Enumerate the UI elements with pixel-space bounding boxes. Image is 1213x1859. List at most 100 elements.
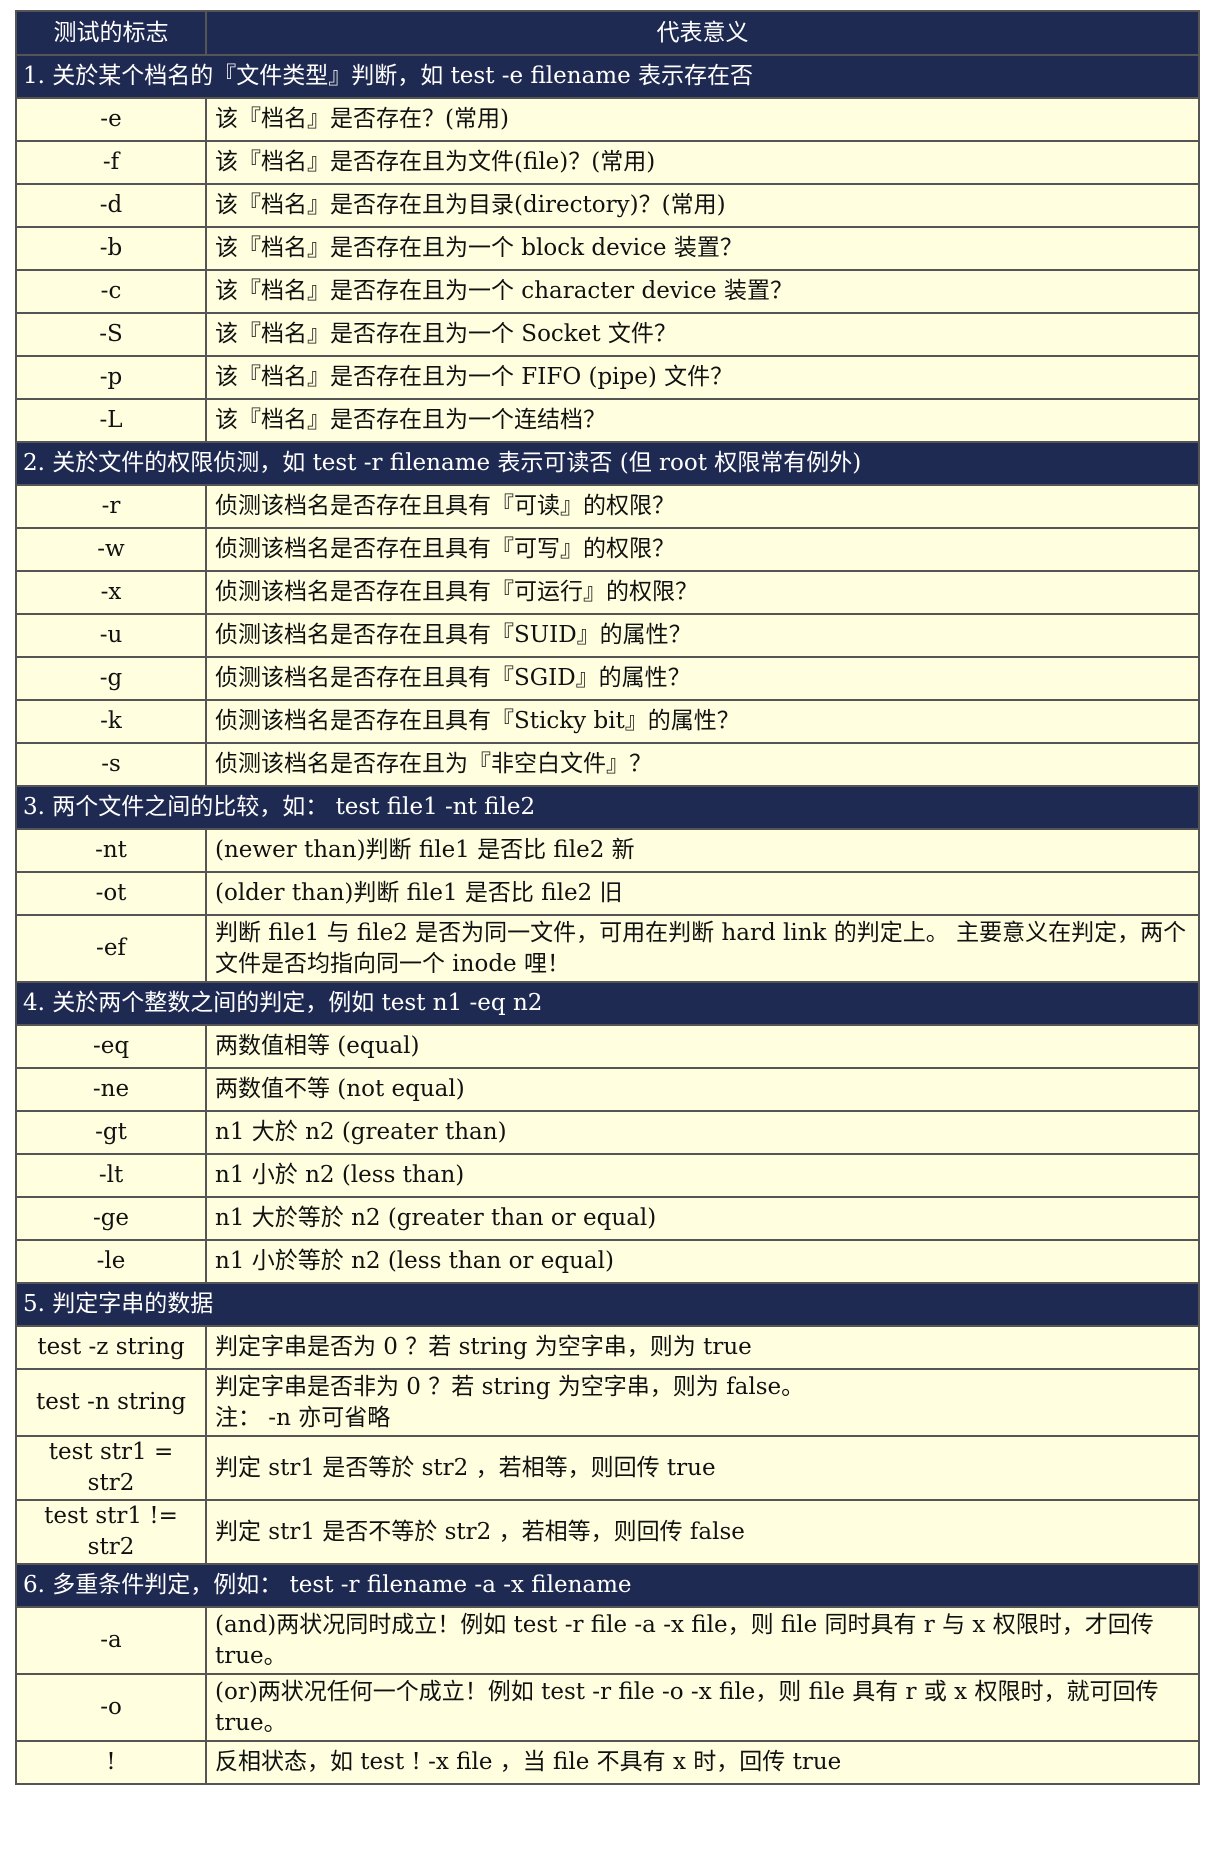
flag-cell: -w: [15, 527, 207, 572]
table-row: -ef 判断 file1 与 file2 是否为同一文件，可用在判断 hard l…: [15, 914, 1200, 983]
table-body: 1. 关於某个档名的『文件类型』判断，如 test -e filename 表示…: [15, 54, 1200, 1785]
meaning-cell: 判定字串是否非为 0 ？若 string 为空字串，则为 false。 注： -…: [205, 1368, 1200, 1437]
meaning-cell: 判定 str1 是否不等於 str2 ，若相等，则回传 false: [205, 1499, 1200, 1565]
meaning-cell: 侦测该档名是否存在且具有『SGID』的属性？: [205, 656, 1200, 701]
flag-cell: -nt: [15, 828, 207, 873]
flag-cell: !: [15, 1740, 207, 1785]
table-row: test str1 != str2 判定 str1 是否不等於 str2 ，若相等…: [15, 1499, 1200, 1565]
table-row: -ne 两数值不等 (not equal): [15, 1067, 1200, 1112]
meaning-cell: 侦测该档名是否存在且为『非空白文件』？: [205, 742, 1200, 787]
table-row: -o (or)两状况任何一个成立！例如 test -r file -o -x fi…: [15, 1673, 1200, 1742]
table-row: -b 该『档名』是否存在且为一个 block device 装置？: [15, 226, 1200, 271]
table-row: -gt n1 大於 n2 (greater than): [15, 1110, 1200, 1155]
section-header-row: 3. 两个文件之间的比较，如： test file1 -nt file2: [15, 785, 1200, 830]
meaning-cell: (or)两状况任何一个成立！例如 test -r file -o -x file…: [205, 1673, 1200, 1742]
table-row: -g 侦测该档名是否存在且具有『SGID』的属性？: [15, 656, 1200, 701]
meaning-cell: 该『档名』是否存在且为一个 FIFO (pipe) 文件？: [205, 355, 1200, 400]
table-row: -u 侦测该档名是否存在且具有『SUID』的属性？: [15, 613, 1200, 658]
table-row: -lt n1 小於 n2 (less than): [15, 1153, 1200, 1198]
meaning-cell: 反相状态，如 test ! -x file ，当 file 不具有 x 时，回传…: [205, 1740, 1200, 1785]
section-header-row: 6. 多重条件判定，例如： test -r filename -a -x fil…: [15, 1563, 1200, 1608]
flag-cell: -ef: [15, 914, 207, 983]
flag-cell: -e: [15, 97, 207, 142]
flag-cell: -k: [15, 699, 207, 744]
table-row: -c 该『档名』是否存在且为一个 character device 装置？: [15, 269, 1200, 314]
flag-cell: -ge: [15, 1196, 207, 1241]
table-row: -p 该『档名』是否存在且为一个 FIFO (pipe) 文件？: [15, 355, 1200, 400]
flag-cell: -S: [15, 312, 207, 357]
section-header-row: 1. 关於某个档名的『文件类型』判断，如 test -e filename 表示…: [15, 54, 1200, 99]
table-row: -x 侦测该档名是否存在且具有『可运行』的权限？: [15, 570, 1200, 615]
table-row: -d 该『档名』是否存在且为目录(directory)？(常用): [15, 183, 1200, 228]
table-row: test -z string 判定字串是否为 0 ？若 string 为空字串，则…: [15, 1325, 1200, 1370]
flag-cell: test str1 = str2: [15, 1435, 207, 1501]
meaning-cell: 两数值不等 (not equal): [205, 1067, 1200, 1112]
meaning-cell: n1 大於 n2 (greater than): [205, 1110, 1200, 1155]
table-row: test -n string 判定字串是否非为 0 ？若 string 为空字串，…: [15, 1368, 1200, 1437]
flag-cell: -ot: [15, 871, 207, 916]
flag-cell: -lt: [15, 1153, 207, 1198]
section-title: 2. 关於文件的权限侦测，如 test -r filename 表示可读否 (但…: [15, 441, 1200, 486]
table-row: ! 反相状态，如 test ! -x file ，当 file 不具有 x 时，回…: [15, 1740, 1200, 1785]
section-header-row: 4. 关於两个整数之间的判定，例如 test n1 -eq n2: [15, 981, 1200, 1026]
meaning-cell: 侦测该档名是否存在且具有『可读』的权限？: [205, 484, 1200, 529]
flag-cell: test -n string: [15, 1368, 207, 1437]
table-row: -s 侦测该档名是否存在且为『非空白文件』？: [15, 742, 1200, 787]
flag-cell: -u: [15, 613, 207, 658]
meaning-cell: (older than)判断 file1 是否比 file2 旧: [205, 871, 1200, 916]
meaning-cell: 侦测该档名是否存在且具有『SUID』的属性？: [205, 613, 1200, 658]
meaning-cell: 两数值相等 (equal): [205, 1024, 1200, 1069]
flag-cell: -a: [15, 1606, 207, 1675]
meaning-cell: 该『档名』是否存在且为一个 character device 装置？: [205, 269, 1200, 314]
meaning-cell: 该『档名』是否存在且为文件(file)？(常用): [205, 140, 1200, 185]
flag-cell: -s: [15, 742, 207, 787]
test-flags-table: 测试的标志 代表意义 1. 关於某个档名的『文件类型』判断，如 test -e …: [15, 10, 1200, 1785]
section-header-row: 2. 关於文件的权限侦测，如 test -r filename 表示可读否 (但…: [15, 441, 1200, 486]
table-row: -ot (older than)判断 file1 是否比 file2 旧: [15, 871, 1200, 916]
table-row: -S 该『档名』是否存在且为一个 Socket 文件？: [15, 312, 1200, 357]
table-row: -k 侦测该档名是否存在且具有『Sticky bit』的属性？: [15, 699, 1200, 744]
meaning-cell: 该『档名』是否存在且为目录(directory)？(常用): [205, 183, 1200, 228]
table-row: -a (and)两状况同时成立！例如 test -r file -a -x fil…: [15, 1606, 1200, 1675]
table-header-row: 测试的标志 代表意义: [15, 10, 1200, 56]
meaning-cell: 判定 str1 是否等於 str2 ，若相等，则回传 true: [205, 1435, 1200, 1501]
meaning-cell: (newer than)判断 file1 是否比 file2 新: [205, 828, 1200, 873]
section-title: 5. 判定字串的数据: [15, 1282, 1200, 1327]
meaning-cell: n1 小於 n2 (less than): [205, 1153, 1200, 1198]
meaning-cell: n1 大於等於 n2 (greater than or equal): [205, 1196, 1200, 1241]
flag-cell: -g: [15, 656, 207, 701]
flag-cell: -f: [15, 140, 207, 185]
table-row: -eq 两数值相等 (equal): [15, 1024, 1200, 1069]
flag-cell: -x: [15, 570, 207, 615]
flag-cell: test -z string: [15, 1325, 207, 1370]
flag-cell: -b: [15, 226, 207, 271]
table-row: -f 该『档名』是否存在且为文件(file)？(常用): [15, 140, 1200, 185]
meaning-cell: 侦测该档名是否存在且具有『可写』的权限？: [205, 527, 1200, 572]
flag-cell: -c: [15, 269, 207, 314]
meaning-cell: 该『档名』是否存在且为一个 block device 装置？: [205, 226, 1200, 271]
section-title: 1. 关於某个档名的『文件类型』判断，如 test -e filename 表示…: [15, 54, 1200, 99]
flag-cell: -L: [15, 398, 207, 443]
flag-cell: -r: [15, 484, 207, 529]
section-header-row: 5. 判定字串的数据: [15, 1282, 1200, 1327]
meaning-cell: (and)两状况同时成立！例如 test -r file -a -x file，…: [205, 1606, 1200, 1675]
meaning-cell: 该『档名』是否存在且为一个连结档？: [205, 398, 1200, 443]
flag-cell: -ne: [15, 1067, 207, 1112]
table-row: -r 侦测该档名是否存在且具有『可读』的权限？: [15, 484, 1200, 529]
meaning-cell: 判定字串是否为 0 ？若 string 为空字串，则为 true: [205, 1325, 1200, 1370]
meaning-cell: 该『档名』是否存在？(常用): [205, 97, 1200, 142]
meaning-cell: 判断 file1 与 file2 是否为同一文件，可用在判断 hard link…: [205, 914, 1200, 983]
table-row: -L 该『档名』是否存在且为一个连结档？: [15, 398, 1200, 443]
meaning-cell: 侦测该档名是否存在且具有『可运行』的权限？: [205, 570, 1200, 615]
header-meaning: 代表意义: [205, 10, 1200, 56]
section-title: 3. 两个文件之间的比较，如： test file1 -nt file2: [15, 785, 1200, 830]
flag-cell: -d: [15, 183, 207, 228]
section-title: 6. 多重条件判定，例如： test -r filename -a -x fil…: [15, 1563, 1200, 1608]
flag-cell: -o: [15, 1673, 207, 1742]
table-row: -w 侦测该档名是否存在且具有『可写』的权限？: [15, 527, 1200, 572]
table-row: -le n1 小於等於 n2 (less than or equal): [15, 1239, 1200, 1284]
test-flags-table-wrapper: 测试的标志 代表意义 1. 关於某个档名的『文件类型』判断，如 test -e …: [15, 10, 1200, 1785]
flag-cell: -le: [15, 1239, 207, 1284]
flag-cell: -p: [15, 355, 207, 400]
header-flag: 测试的标志: [15, 10, 207, 56]
